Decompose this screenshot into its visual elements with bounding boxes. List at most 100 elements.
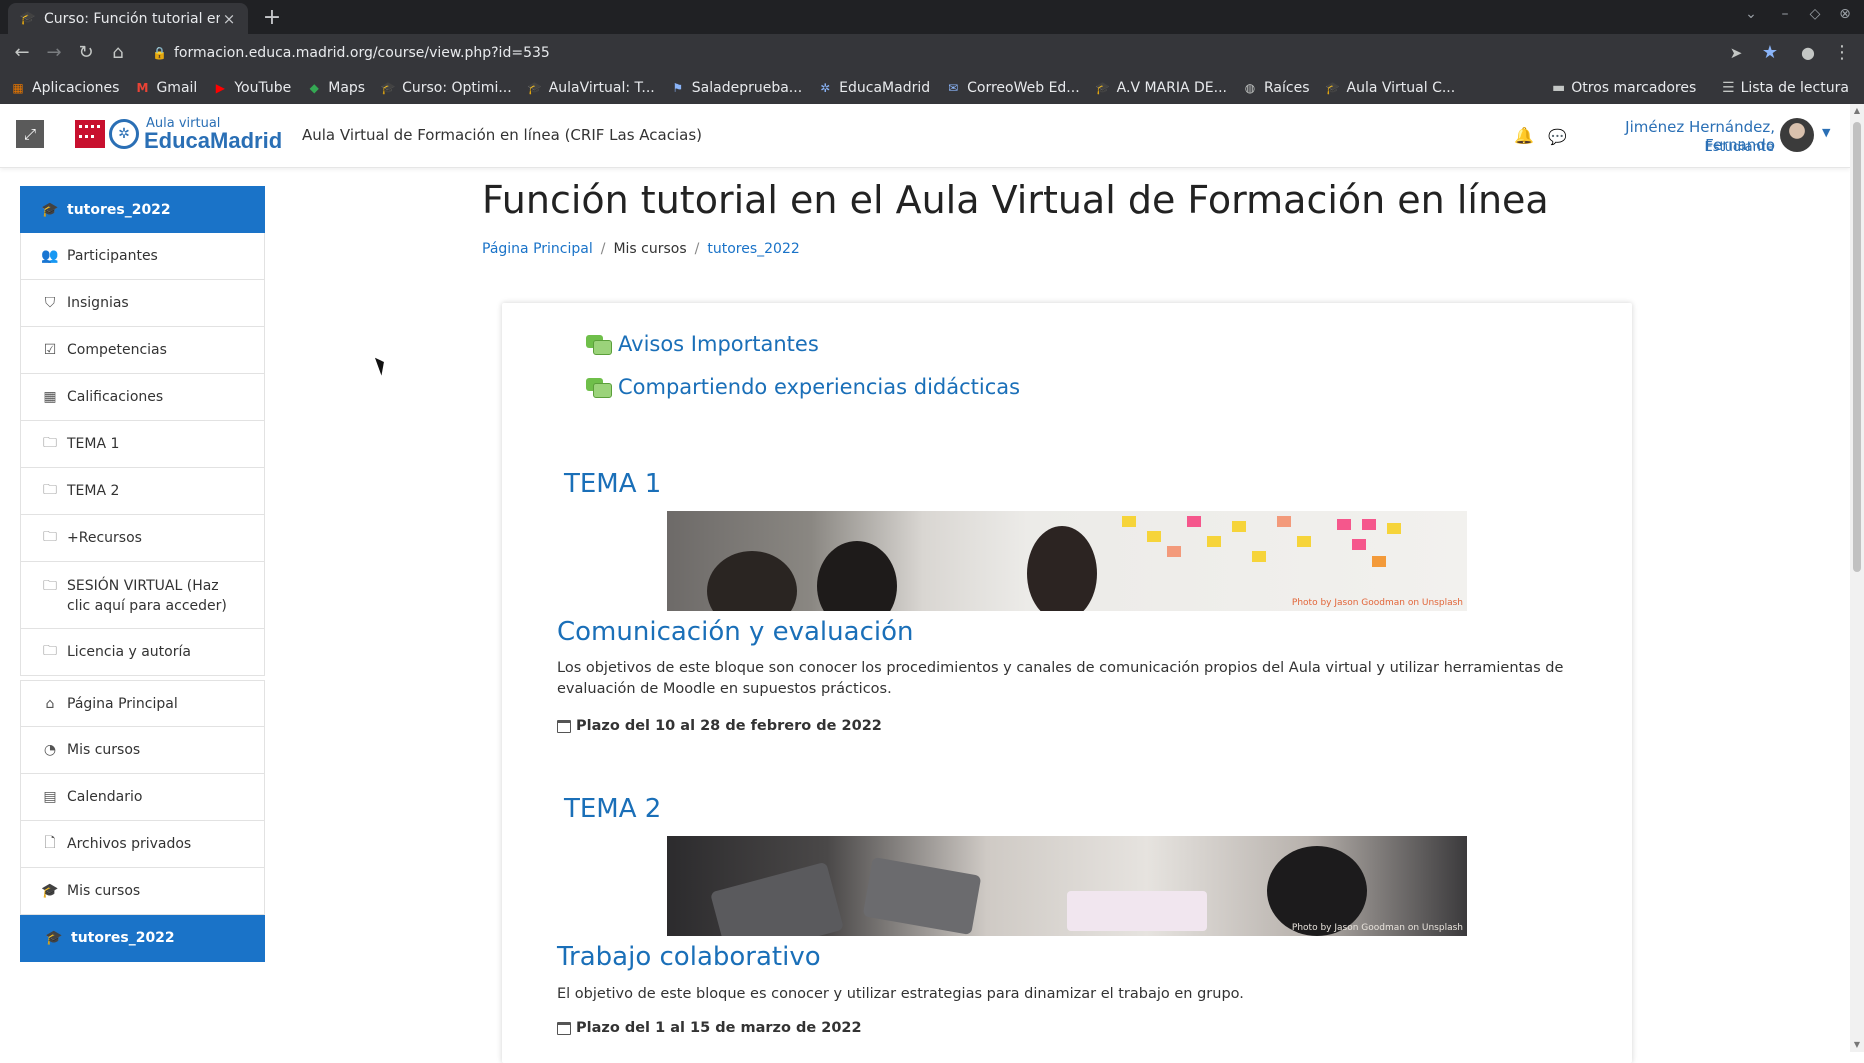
sidebar-item-course[interactable]: 🎓 tutores_2022 [20,186,265,233]
scroll-down-icon[interactable]: ▼ [1850,1038,1864,1052]
bookmark-correoweb[interactable]: ✉ CorreoWeb Ed... [945,80,1080,96]
graduation-cap-icon: 🎓 [41,883,59,899]
browser-tab-active[interactable]: 🎓 Curso: Función tutorial en el A × [8,3,248,34]
breadcrumb-separator: / [600,241,606,257]
bookmark-maps[interactable]: ◆ Maps [306,80,365,96]
reload-icon[interactable]: ↻ [72,40,100,66]
sidebar-item-insignias[interactable]: ⛉ Insignias [20,280,265,327]
sidebar-item-calificaciones[interactable]: ▦ Calificaciones [20,374,265,421]
tab-close-icon[interactable]: × [220,10,238,28]
sidebar-item-tema1[interactable]: 🗀 TEMA 1 [20,421,265,468]
forum-icon [586,333,612,355]
send-icon[interactable]: ➤ [1722,40,1750,66]
file-icon: 🗋 [44,835,56,851]
person-silhouette [1027,526,1097,611]
bookmark-curso[interactable]: 🎓 Curso: Optimi... [380,80,512,96]
forum-avisos-importantes[interactable]: Avisos Importantes [586,332,819,356]
minimize-icon[interactable]: – [1774,6,1796,28]
breadcrumb-separator: / [694,241,700,257]
sidebar-item-licencia[interactable]: 🗀 Licencia y autoría [20,629,265,676]
profile-icon[interactable]: ● [1794,40,1822,66]
folder-icon: 🗀 [43,578,57,594]
reading-list[interactable]: ☰ Lista de lectura [1722,72,1849,104]
bell-icon[interactable]: 🔔 [1514,126,1534,145]
new-tab-button[interactable]: + [258,4,286,32]
bookmarks-bar: ▦ Aplicaciones M Gmail ▶ YouTube ◆ Maps 🎓 Cur… [0,72,1864,104]
educamadrid-logo[interactable]: ✲ Aula virtual EducaMadrid [75,116,282,152]
breadcrumb-home[interactable]: Página Principal [482,241,593,257]
messages-icon[interactable]: 💬 [1548,128,1567,146]
back-icon[interactable]: ← [8,40,36,66]
calendar-icon [557,1021,571,1035]
folder-icon: 🗀 [43,482,57,498]
site-title[interactable]: Aula Virtual de Formación en línea (CRIF… [302,126,702,144]
sidebar-item-calendario[interactable]: ▤ Calendario [20,774,265,821]
tab-search-icon[interactable]: ⌄ [1740,6,1762,28]
user-role: Estudiante [1704,140,1775,155]
bookmark-youtube[interactable]: ▶ YouTube [212,80,292,96]
breadcrumb-course[interactable]: tutores_2022 [707,241,799,257]
home-icon[interactable]: ⌂ [104,40,132,66]
avatar[interactable] [1780,118,1814,152]
window-close-icon[interactable]: ⊗ [1834,6,1856,28]
scroll-up-icon[interactable]: ▲ [1850,104,1864,118]
chevron-down-icon[interactable]: ▼ [1822,126,1830,139]
bookmark-saladeprueba[interactable]: ⚑ Saladeprueba... [670,80,802,96]
forum-icon [586,376,612,398]
sidebar-item-label: Mis cursos [67,883,141,899]
lesson-deadline: Plazo del 10 al 28 de febrero de 2022 [557,718,882,734]
sidebar-item-participantes[interactable]: 👥 Participantes [20,233,265,280]
educamadrid-icon: ✲ [820,81,831,95]
sidebar-item-mis-cursos-dashboard[interactable]: ◔ Mis cursos [20,727,265,774]
laptop-shape [709,861,845,936]
lesson-title-trabajo[interactable]: Trabajo colaborativo [557,942,821,972]
person-silhouette [707,551,797,611]
sidebar-item-sesion-virtual[interactable]: 🗀 SESIÓN VIRTUAL (Haz clic aquí para acc… [20,562,265,629]
forum-link[interactable]: Compartiendo experiencias didácticas [618,375,1020,399]
moodle-cap-icon: 🎓 [19,11,37,26]
gmail-icon: M [136,81,149,95]
sidebar-item-mis-cursos[interactable]: 🎓 Mis cursos [20,868,265,915]
menu-kebab-icon[interactable]: ⋮ [1828,40,1856,66]
sidebar-item-pagina-principal[interactable]: ⌂ Página Principal [20,680,265,727]
sidebar-item-label: Mis cursos [67,742,141,758]
person-silhouette [817,541,897,611]
sidebar-item-tema2[interactable]: 🗀 TEMA 2 [20,468,265,515]
bookmark-raices[interactable]: ◍ Raíces [1242,80,1310,96]
bookmark-aula-virtual-c[interactable]: 🎓 Aula Virtual C... [1325,80,1455,96]
moodle-cap-icon: 🎓 [1095,81,1111,95]
sidebar-item-label: TEMA 2 [67,483,120,499]
forum-compartiendo-experiencias[interactable]: Compartiendo experiencias didácticas [586,375,1020,399]
calendar-icon [557,719,571,733]
site-header: ⤢ ✲ Aula virtual EducaMadrid Aula Virtua… [0,104,1850,168]
sidebar-item-label: Participantes [67,248,158,264]
other-bookmarks[interactable]: ▬ Otros marcadores [1552,72,1696,104]
sidebar-item-recursos[interactable]: 🗀 +Recursos [20,515,265,562]
vertical-scrollbar[interactable]: ▲ ▼ [1850,104,1864,1052]
section-heading-tema2[interactable]: TEMA 2 [564,794,661,824]
sidebar-item-archivos-privados[interactable]: 🗋 Archivos privados [20,821,265,868]
course-content-card: Avisos Importantes Compartiendo experien… [502,303,1632,1063]
sidebar-item-competencias[interactable]: ☑ Competencias [20,327,265,374]
section-heading-tema1[interactable]: TEMA 1 [564,469,661,499]
bookmark-gmail[interactable]: M Gmail [134,80,197,96]
address-bar[interactable]: 🔒 formacion.educa.madrid.org/course/view… [140,38,1730,68]
breadcrumb-mis-cursos: Mis cursos [613,241,687,257]
bookmark-star-icon[interactable]: ★ [1756,40,1784,66]
bookmark-educamadrid[interactable]: ✲ EducaMadrid [817,80,930,96]
scrollbar-thumb[interactable] [1853,122,1861,572]
bookmark-aulavirtual[interactable]: 🎓 AulaVirtual: T... [527,80,655,96]
maximize-icon[interactable]: ◇ [1804,6,1826,28]
forward-icon[interactable]: → [40,40,68,66]
sidebar-item-label: tutores_2022 [71,930,175,946]
folder-icon: 🗀 [43,529,57,545]
paper-shape [1067,891,1207,931]
browser-tab-strip: 🎓 Curso: Función tutorial en el A × + ⌄ … [0,0,1864,34]
lesson-title-comunicacion[interactable]: Comunicación y evaluación [557,617,913,647]
mail-icon: ✉ [948,81,959,95]
bookmark-av-maria[interactable]: 🎓 A.V MARIA DE... [1095,80,1227,96]
sidebar-item-course-current[interactable]: 🎓 tutores_2022 [20,915,265,962]
expand-icon[interactable]: ⤢ [16,120,44,148]
bookmark-apps[interactable]: ▦ Aplicaciones [10,80,119,96]
forum-link[interactable]: Avisos Importantes [618,332,819,356]
